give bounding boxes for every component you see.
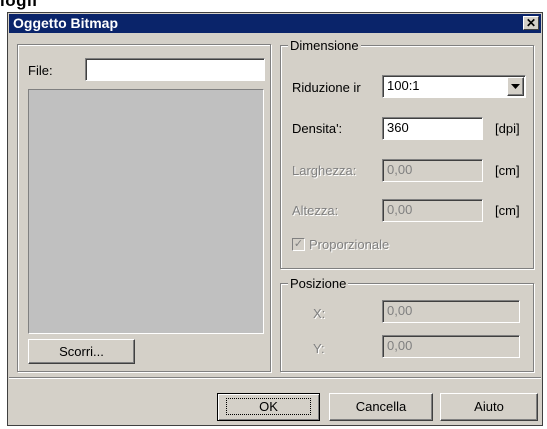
height-label: Altezza: — [292, 203, 339, 218]
position-legend: Posizione — [288, 276, 349, 291]
density-input[interactable]: 360 — [382, 117, 483, 140]
ok-button[interactable]: OK — [217, 393, 320, 421]
dimension-legend: Dimensione — [288, 38, 361, 53]
proportional-checkbox[interactable]: ✓ — [292, 238, 305, 251]
dropdown-button[interactable] — [507, 77, 524, 96]
file-input[interactable] — [85, 58, 265, 81]
check-icon: ✓ — [293, 238, 304, 250]
position-group — [280, 283, 534, 372]
x-input[interactable]: 0,00 — [382, 300, 520, 323]
width-unit: [cm] — [495, 163, 520, 178]
cancel-button[interactable]: Cancella — [329, 393, 433, 421]
height-unit: [cm] — [495, 203, 520, 218]
close-button[interactable]: ✕ — [523, 16, 539, 30]
height-input[interactable]: 0,00 — [382, 199, 483, 222]
width-label: Larghezza: — [292, 163, 357, 178]
file-label: File: — [28, 63, 53, 78]
y-label: Y: — [313, 341, 325, 356]
dialog-window: Oggetto Bitmap ✕ File: Scorri... Dimensi… — [7, 12, 543, 426]
density-label: Densita': — [292, 121, 343, 136]
image-preview — [28, 89, 264, 334]
y-input[interactable]: 0,00 — [382, 335, 520, 358]
density-unit: [dpi] — [495, 121, 520, 136]
title-bar: Oggetto Bitmap ✕ — [9, 14, 541, 33]
proportional-label: Proporzionale — [309, 237, 390, 252]
chevron-down-icon — [511, 84, 520, 89]
reduction-select[interactable]: 100:1 — [382, 75, 526, 98]
x-label: X: — [313, 306, 326, 321]
reduction-label: Riduzione ir — [292, 80, 361, 95]
browse-button[interactable]: Scorri... — [28, 339, 135, 364]
help-button[interactable]: Aiuto — [440, 393, 538, 421]
width-input[interactable]: 0,00 — [382, 159, 483, 182]
window-title: Oggetto Bitmap — [13, 15, 118, 31]
background-text-fragment: iogli — [0, 0, 38, 10]
close-icon: ✕ — [525, 16, 537, 30]
button-bar-divider — [9, 377, 541, 379]
